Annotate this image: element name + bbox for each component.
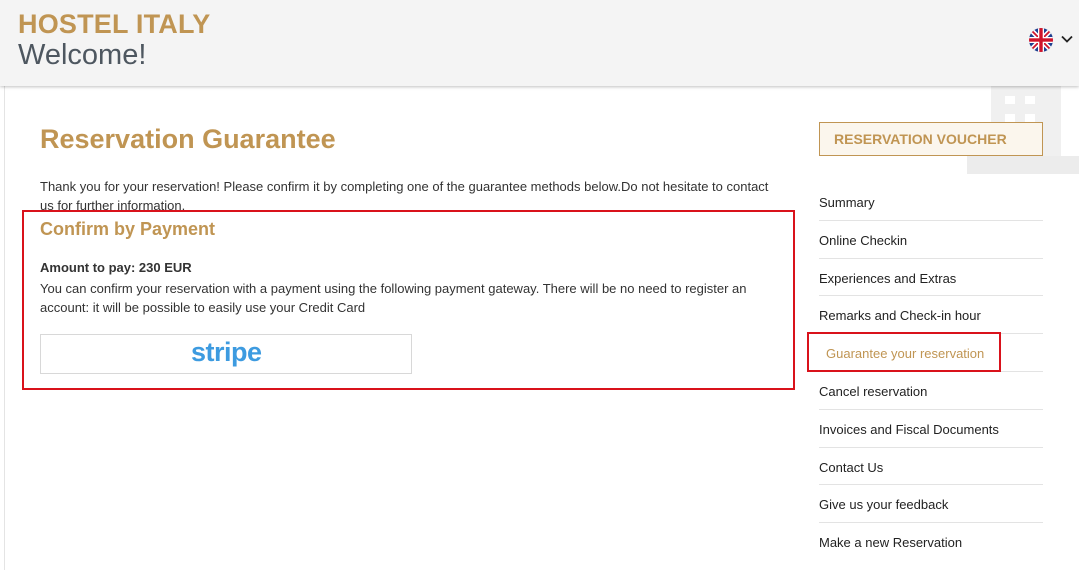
guarantee-item-highlight [807,332,1001,372]
page-title: Reservation Guarantee [40,124,336,154]
welcome-text: Welcome! [18,39,147,71]
stripe-logo: stripe [191,337,262,367]
sidebar-item-contact-us[interactable]: Contact Us [819,448,1043,486]
uk-flag-icon [1029,28,1053,52]
reservation-voucher-button[interactable]: RESERVATION VOUCHER [819,122,1043,156]
chevron-down-icon [1060,32,1074,46]
hostel-name: HOSTEL ITALY [18,9,211,39]
payment-section-title: Confirm by Payment [40,219,216,239]
sidebar-item-invoices[interactable]: Invoices and Fiscal Documents [819,410,1043,448]
sidebar-item-online-checkin[interactable]: Online Checkin [819,221,1043,259]
top-header: HOSTEL ITALY Welcome! [0,0,1079,86]
stripe-payment-button[interactable]: stripe [40,334,412,374]
page-edge-divider [4,86,5,570]
sidebar-item-experiences-extras[interactable]: Experiences and Extras [819,259,1043,297]
language-selector[interactable] [1029,28,1075,52]
payment-description: You can confirm your reservation with a … [40,281,747,315]
sidebar-item-remarks-checkin-hour[interactable]: Remarks and Check-in hour [819,296,1043,335]
sidebar-item-new-reservation[interactable]: Make a new Reservation [819,523,1043,561]
amount-to-pay: Amount to pay: 230 EUR [40,260,192,275]
sidebar-item-summary[interactable]: Summary [819,183,1043,221]
sidebar-item-feedback[interactable]: Give us your feedback [819,485,1043,524]
sidebar-item-cancel-reservation[interactable]: Cancel reservation [819,372,1043,410]
